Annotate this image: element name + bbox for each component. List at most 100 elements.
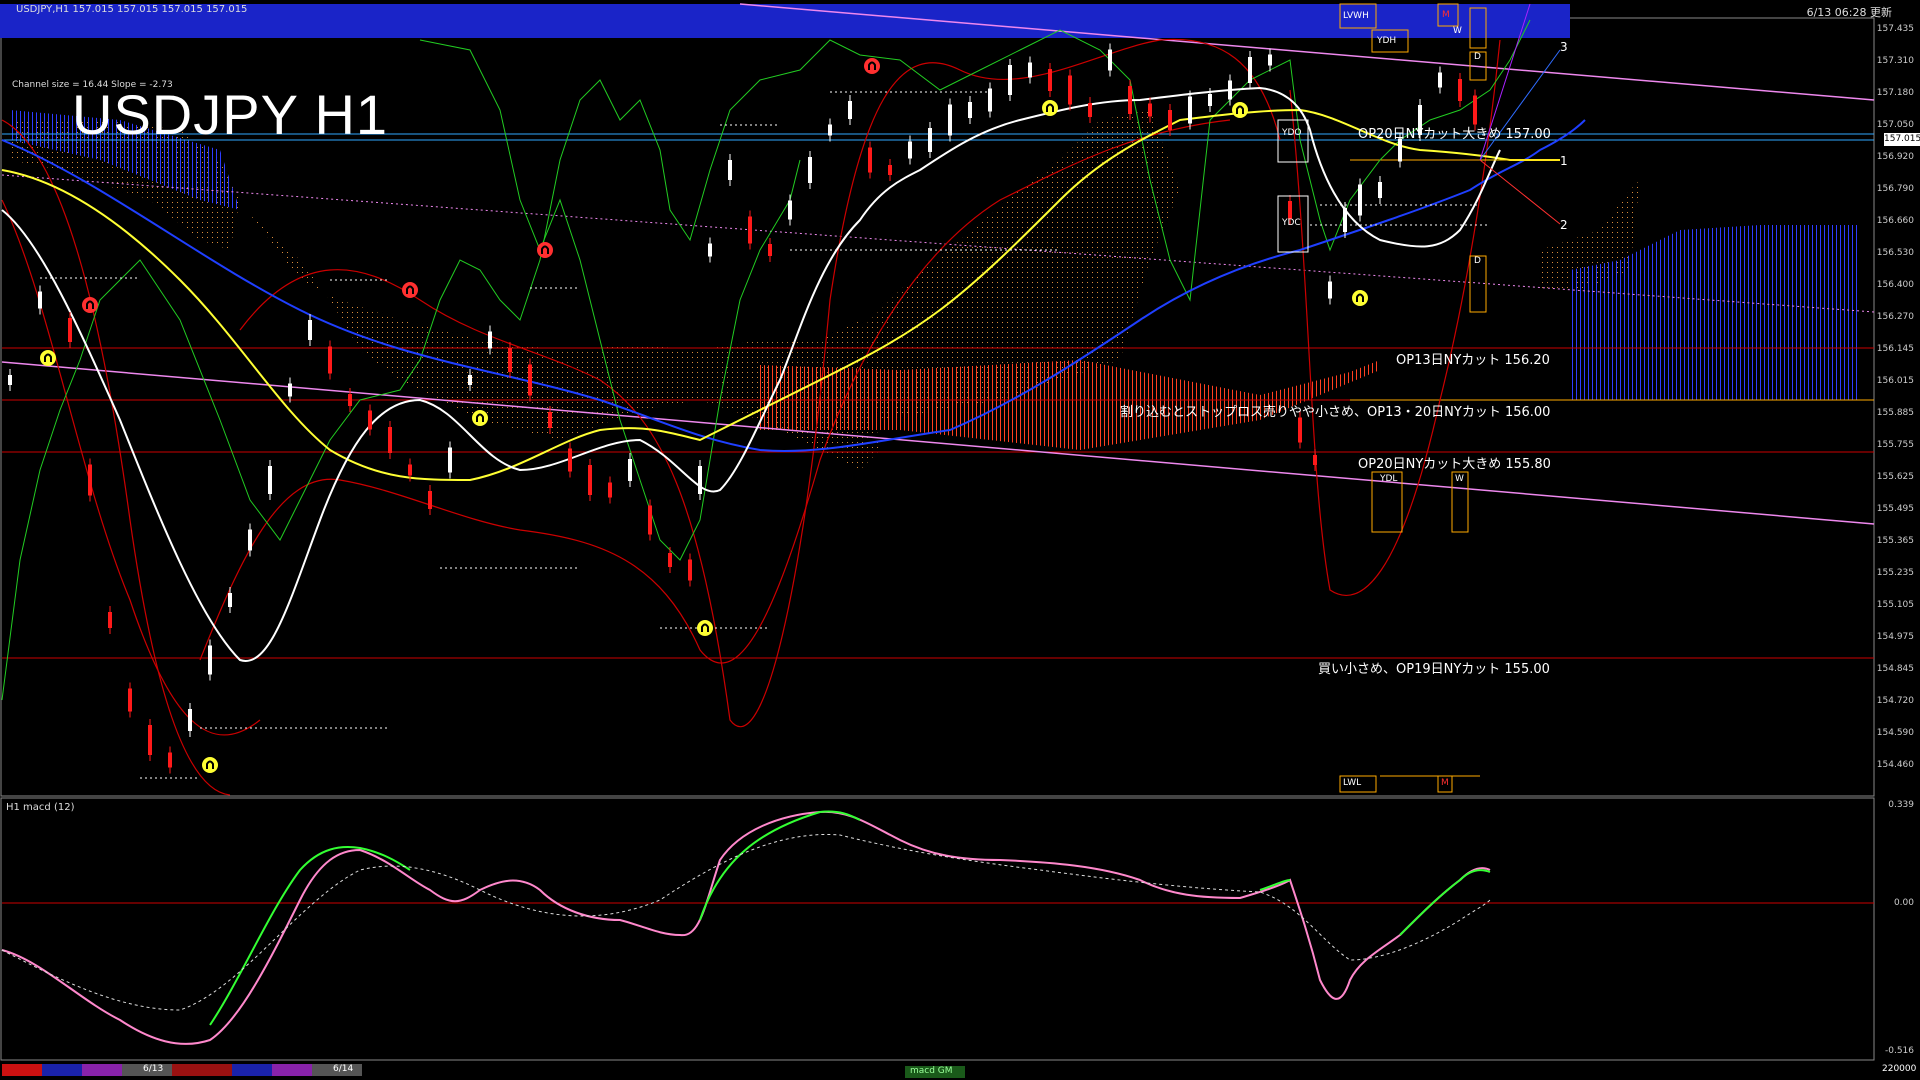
ydc-label: YDC — [1282, 218, 1301, 228]
candle-bull — [1343, 208, 1347, 232]
price-tick: 155.365 — [1876, 536, 1914, 546]
ydo-label: YDO — [1282, 128, 1302, 138]
price-tick: 155.105 — [1876, 600, 1914, 610]
candle-bull — [788, 200, 792, 220]
candle-bull — [1378, 182, 1382, 198]
candle-bear — [348, 394, 352, 406]
day-high-label: D — [1474, 52, 1481, 62]
candle-bear — [328, 346, 332, 374]
macd-green-line — [209, 810, 1491, 1026]
candle-bear — [428, 491, 432, 509]
candle-bull — [1188, 96, 1192, 124]
candle-bull — [698, 466, 702, 494]
candle-bull — [1328, 281, 1332, 299]
price-tick: 154.975 — [1876, 632, 1914, 642]
candle-bear — [388, 427, 392, 453]
chart-canvas[interactable] — [0, 0, 1920, 1080]
lwh-label: LVWH — [1343, 11, 1369, 21]
date-label-1: 6/13 — [143, 1064, 164, 1074]
candle-bear — [1148, 103, 1152, 117]
fractal-marker-icon — [202, 757, 218, 773]
candle-bull — [248, 529, 252, 551]
candle-bull — [848, 101, 852, 119]
candle-bear — [588, 465, 592, 495]
candle-bull — [268, 466, 272, 494]
candle-bear — [1313, 455, 1317, 465]
candle-bear — [368, 410, 372, 430]
candle-bear — [128, 688, 132, 712]
candle-bear — [1458, 79, 1462, 101]
candle-bull — [468, 375, 472, 385]
fib-label-1: 1 — [1560, 154, 1568, 168]
candle-bull — [448, 447, 452, 473]
note-155-80: OP20日NYカット大きめ 155.80 — [1358, 457, 1551, 472]
candle-bear — [608, 482, 612, 498]
candle-bear — [548, 412, 552, 428]
candle-bull — [728, 160, 732, 180]
fractal-marker-icon — [40, 350, 56, 366]
fib-label-3: 3 — [1560, 40, 1568, 54]
candle-bull — [188, 709, 192, 731]
ydl-label: YDL — [1380, 474, 1398, 484]
candle-bull — [928, 128, 932, 152]
price-tick: 157.180 — [1876, 88, 1914, 98]
month-high-label: M — [1442, 10, 1450, 20]
month-low-label: M — [1441, 778, 1449, 788]
candle-bull — [208, 645, 212, 675]
candle-bear — [528, 364, 532, 396]
current-price-tag: 157.015 — [1884, 133, 1920, 146]
week-high-label: W — [1453, 26, 1462, 36]
note-157: OP20日NYカット大きめ 157.00 — [1358, 127, 1551, 142]
fractal-marker-icon — [1352, 290, 1368, 306]
macd-axis-zero: 0.00 — [1893, 898, 1914, 908]
candle-bull — [488, 331, 492, 349]
candle-bull — [308, 320, 312, 340]
note-156-20: OP13日NYカット 156.20 — [1396, 353, 1550, 368]
candle-bull — [1108, 49, 1112, 71]
candle-bull — [1208, 94, 1212, 106]
candle-bear — [1128, 86, 1132, 114]
candle-bear — [168, 752, 172, 768]
price-tick: 156.145 — [1876, 344, 1914, 354]
candle-bear — [1048, 69, 1052, 91]
candle-bull — [1228, 80, 1232, 100]
bottom-right-value: 220000 — [1882, 1064, 1917, 1074]
candle-bull — [1008, 65, 1012, 95]
candle-bull — [288, 383, 292, 397]
week-low-label: W — [1455, 474, 1464, 484]
fractal-marker-icon — [82, 297, 98, 313]
candle-bear — [68, 318, 72, 342]
price-tick: 157.435 — [1876, 24, 1914, 34]
candle-bull — [628, 459, 632, 481]
price-tick: 155.625 — [1876, 472, 1914, 482]
fib-label-2: 2 — [1560, 218, 1568, 232]
price-tick: 155.885 — [1876, 408, 1914, 418]
candle-bull — [8, 375, 12, 385]
candle-bear — [868, 147, 872, 173]
candle-bull — [808, 157, 812, 183]
symbol-header: USDJPY,H1 157.015 157.015 157.015 157.01… — [16, 4, 248, 15]
fractal-marker-icon — [864, 58, 880, 74]
candle-bear — [668, 553, 672, 567]
candle-bull — [948, 104, 952, 136]
candle-bear — [88, 464, 92, 496]
price-tick: 155.235 — [1876, 568, 1914, 578]
candle-bull — [1248, 57, 1252, 83]
candle-bull — [1028, 62, 1032, 78]
lwl-label: LWL — [1343, 778, 1362, 788]
price-tick: 154.460 — [1876, 760, 1914, 770]
candle-bear — [648, 505, 652, 535]
macd-tag[interactable]: macd GM — [910, 1066, 953, 1076]
candle-bear — [748, 216, 752, 244]
candle-bear — [688, 559, 692, 581]
dotted-levels — [40, 91, 1490, 779]
candle-bear — [148, 725, 152, 755]
ydh-label: YDH — [1377, 36, 1397, 46]
candle-bull — [908, 141, 912, 159]
price-tick: 154.845 — [1876, 664, 1914, 674]
candle-bull — [828, 124, 832, 136]
day-mid-label: D — [1474, 256, 1481, 266]
candle-bull — [1358, 184, 1362, 216]
price-tick: 157.310 — [1876, 56, 1914, 66]
price-tick: 156.015 — [1876, 376, 1914, 386]
